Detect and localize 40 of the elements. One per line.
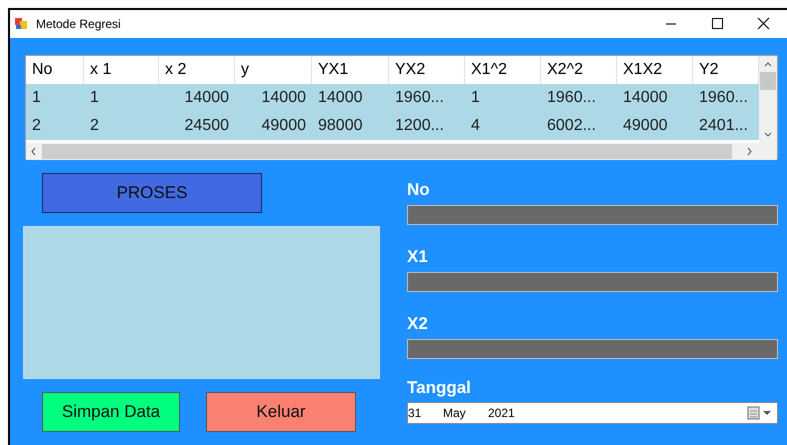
table-cell-text: 49000 (622, 116, 668, 136)
table-cell-text: 2 (31, 116, 42, 136)
table-cell-text: 4 (470, 116, 481, 136)
input-field[interactable] (407, 339, 778, 359)
scroll-thumb[interactable] (760, 72, 776, 90)
save-data-button[interactable]: Simpan Data (42, 392, 180, 432)
field-label: X2 (407, 313, 429, 335)
calendar-dropdown-icon[interactable] (747, 406, 773, 420)
table-cell-text: 98000 (317, 116, 364, 136)
input-field[interactable] (407, 205, 778, 225)
table-cell-text: 1 (470, 88, 481, 108)
table-cell-text: 14000 (184, 88, 230, 108)
horizontal-scrollbar[interactable] (26, 143, 777, 160)
date-picker[interactable]: 31 May 2021 (407, 402, 778, 424)
table-cell-text: 1 (89, 88, 100, 108)
table-cell-text: 2 (89, 116, 100, 136)
table-cell-text: 24500 (184, 116, 230, 136)
table-cell-text: 2401... (698, 116, 749, 136)
table-cell-text: 6002... (546, 116, 597, 136)
table-cell-text: 49000 (260, 116, 307, 136)
table-cell-text: 1960... (698, 88, 749, 108)
field-label: X1 (407, 246, 429, 268)
date-month[interactable]: May (443, 404, 488, 422)
input-field[interactable] (407, 272, 778, 292)
exit-button[interactable]: Keluar (206, 392, 356, 432)
table-cell-text: 1200... (394, 116, 445, 136)
table-cell-text: 14000 (260, 88, 307, 108)
field-label: No (407, 179, 431, 201)
window-title: Metode Regresi (36, 16, 121, 33)
scroll-thumb[interactable] (42, 144, 732, 159)
table-cell-text: 14000 (317, 88, 364, 108)
app-icon (14, 17, 28, 31)
field-label: Tanggal (407, 377, 472, 399)
table-cell-text: 1 (31, 88, 42, 108)
table-cell-text: 1960... (546, 88, 597, 108)
table-cell-text: 1960... (394, 88, 445, 108)
date-day[interactable]: 31 (408, 404, 443, 422)
table-cell-text: 14000 (622, 88, 668, 108)
date-year[interactable]: 2021 (488, 404, 515, 422)
process-button[interactable]: PROSES (42, 173, 262, 213)
